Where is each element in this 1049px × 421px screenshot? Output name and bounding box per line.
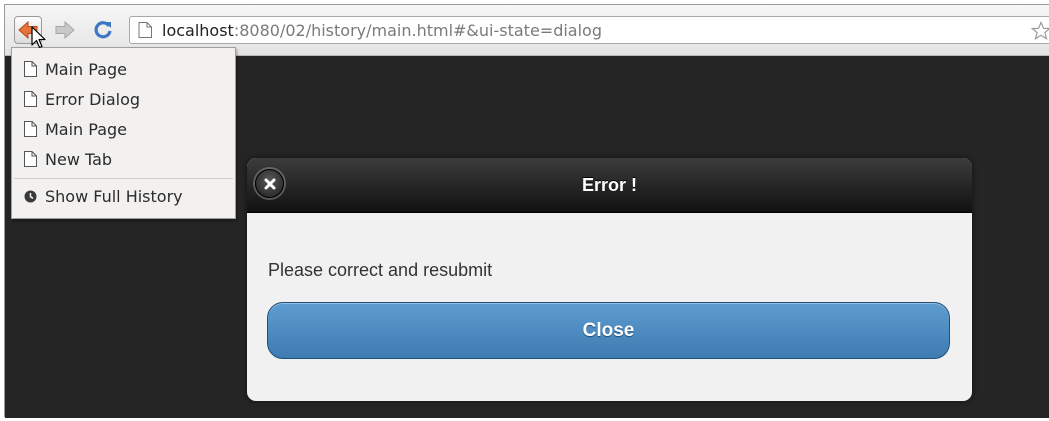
forward-button[interactable] <box>51 16 79 44</box>
bookmark-star-icon[interactable] <box>1031 21 1049 41</box>
page-icon <box>24 91 37 107</box>
dialog-close-x-button[interactable] <box>255 169 284 198</box>
history-item-label: New Tab <box>45 149 113 169</box>
show-full-history-item[interactable]: Show Full History <box>12 181 235 211</box>
page-icon <box>24 151 37 167</box>
history-item-label: Error Dialog <box>45 89 141 109</box>
dialog-body: Please correct and resubmit Close <box>247 214 972 401</box>
close-button[interactable]: Close <box>267 302 950 359</box>
address-text: localhost:8080/02/history/main.html#&ui-… <box>162 21 602 40</box>
reload-button[interactable] <box>89 16 117 44</box>
error-dialog: Error ! Please correct and resubmit Clos… <box>247 158 972 401</box>
page-icon <box>24 61 37 77</box>
history-item-main-page[interactable]: Main Page <box>12 54 235 84</box>
address-host: localhost <box>162 20 234 40</box>
clock-icon <box>24 190 37 202</box>
show-full-history-label: Show Full History <box>45 186 183 206</box>
history-item-new-tab[interactable]: New Tab <box>12 144 235 174</box>
page-icon <box>24 121 37 137</box>
forward-arrow-icon <box>55 21 75 39</box>
close-button-label: Close <box>582 319 635 341</box>
history-item-label: Main Page <box>45 119 128 139</box>
dialog-message: Please correct and resubmit <box>268 260 493 280</box>
menu-divider <box>14 178 233 179</box>
history-dropdown: Main Page Error Dialog Main Page New Tab… <box>11 47 236 219</box>
close-icon <box>264 178 275 189</box>
reload-icon <box>94 21 112 39</box>
history-item-error-dialog[interactable]: Error Dialog <box>12 84 235 114</box>
page-icon <box>138 22 152 38</box>
history-item-label: Main Page <box>45 59 128 79</box>
address-path: :8080/02/history/main.html#&ui-state=dia… <box>233 20 602 40</box>
mouse-cursor-icon <box>31 26 46 49</box>
dialog-header: Error ! <box>247 158 972 213</box>
address-bar[interactable]: localhost:8080/02/history/main.html#&ui-… <box>129 16 1049 44</box>
history-item-main-page-2[interactable]: Main Page <box>12 114 235 144</box>
dialog-title: Error ! <box>581 174 637 195</box>
